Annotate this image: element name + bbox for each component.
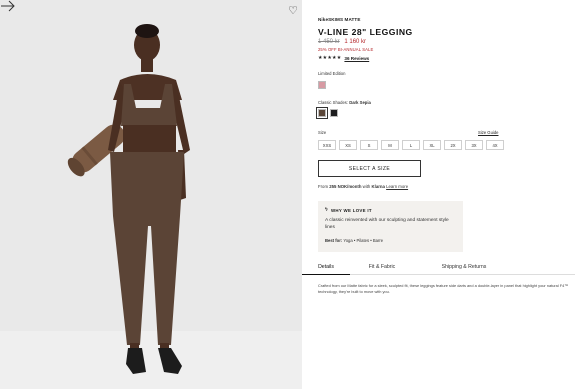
original-price: 1 450 kr: [318, 39, 340, 45]
size-xs[interactable]: XS: [339, 140, 357, 150]
size-3x[interactable]: 3X: [465, 140, 483, 150]
classic-shades-label: Classic Shades: Dark Sepia: [318, 100, 371, 105]
heart-icon[interactable]: ♡: [287, 5, 299, 17]
best-for-activities: Yoga • Pilates • Barre: [343, 238, 384, 243]
price-row: 1 450 kr 1 160 kr: [318, 39, 366, 45]
klarna-amount: 255 NOK/month: [329, 184, 362, 189]
product-brand: NikeSKIMS MATTE: [318, 17, 361, 22]
product-gallery: ♡: [0, 0, 302, 389]
tab-details[interactable]: Details: [302, 259, 350, 275]
best-for: Best for: Yoga • Pilates • Barre: [325, 238, 456, 243]
sale-price: 1 160 kr: [344, 39, 367, 45]
limited-edition-label: Limited Edition: [318, 71, 346, 76]
size-l[interactable]: L: [402, 140, 420, 150]
size-options: XXS XS S M L XL 2X 3X 4X: [318, 140, 504, 150]
reviews-link[interactable]: 36 Reviews: [344, 56, 369, 61]
star-rating-icon: ★★★★★: [318, 55, 342, 61]
klarna-financing: From 255 NOK/month with Klarna Learn mor…: [318, 184, 408, 189]
arrow-right-icon[interactable]: [0, 0, 16, 12]
size-guide-link[interactable]: Size Guide: [478, 130, 498, 135]
swatch-dark-sepia[interactable]: [316, 107, 328, 119]
product-photo: [67, 24, 190, 374]
size-label: Size: [318, 130, 327, 135]
why-we-love-it-box: ϟ WHY WE LOVE IT A classic reinvented wi…: [318, 201, 463, 252]
classic-shades-title: Classic Shades:: [318, 100, 349, 105]
why-we-love-it-text: A classic reinvented with our sculpting …: [325, 218, 449, 230]
rating: ★★★★★ 36 Reviews: [318, 55, 369, 61]
tab-fit-fabric[interactable]: Fit & Fabric: [352, 259, 412, 275]
klarna-prefix: From: [318, 184, 329, 189]
size-2x[interactable]: 2X: [444, 140, 462, 150]
lightning-icon: ϟ: [325, 207, 328, 213]
klarna-logo: Klarna: [371, 184, 385, 189]
size-m[interactable]: M: [381, 140, 399, 150]
size-xxs[interactable]: XXS: [318, 140, 336, 150]
size-s[interactable]: S: [360, 140, 378, 150]
why-we-love-it-title: WHY WE LOVE IT: [330, 207, 372, 213]
selected-shade: Dark Sepia: [349, 100, 371, 105]
swatch-onyx[interactable]: [330, 109, 338, 117]
klarna-learn-more-link[interactable]: Learn more: [386, 184, 408, 189]
swatch-limited-pink[interactable]: [318, 81, 326, 89]
details-text: Crafted from our Matte fabric for a slee…: [318, 283, 569, 294]
sale-note: 25% OFF BI-ANNUAL SALE: [318, 47, 374, 52]
klarna-with: with: [362, 184, 371, 189]
best-for-label: Best for:: [325, 238, 343, 243]
tab-shipping-returns[interactable]: Shipping & Returns: [422, 259, 506, 275]
product-tabs: Details Fit & Fabric Shipping & Returns: [302, 259, 575, 275]
select-size-button[interactable]: SELECT A SIZE: [318, 160, 421, 177]
size-xl[interactable]: XL: [423, 140, 441, 150]
size-4x[interactable]: 4X: [486, 140, 504, 150]
product-title: V-LINE 28" LEGGING: [318, 27, 413, 37]
why-we-love-it-heading: ϟ WHY WE LOVE IT: [325, 207, 456, 213]
